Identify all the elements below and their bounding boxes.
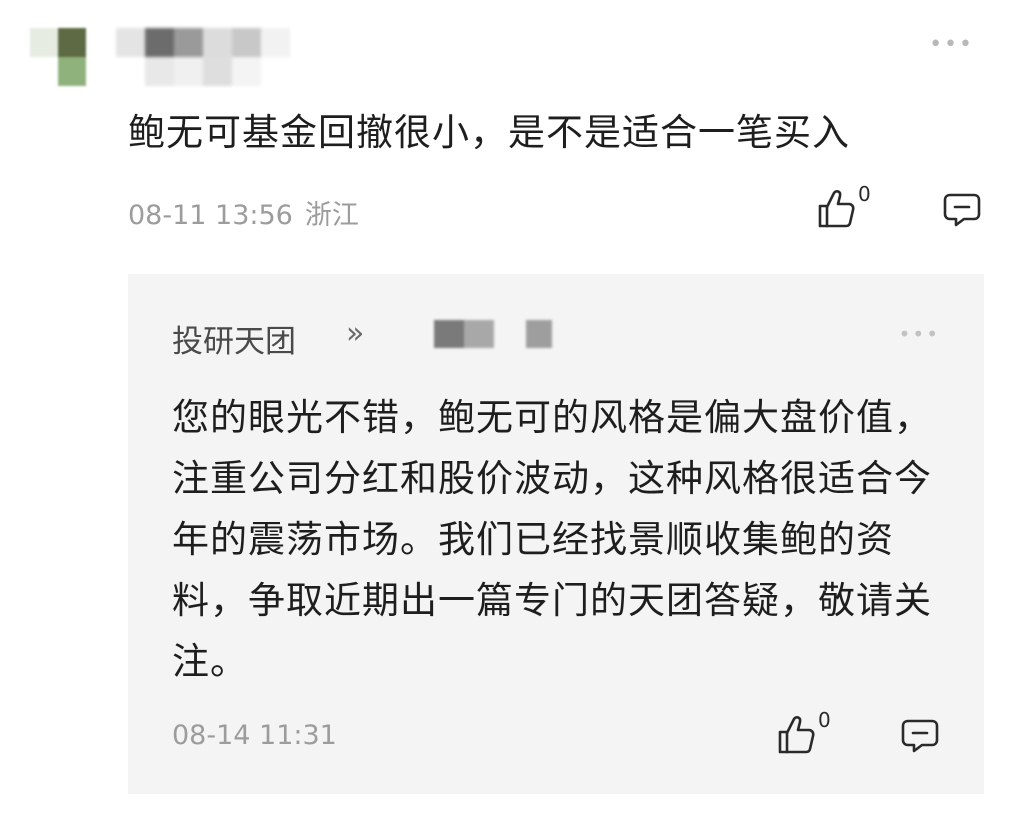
comment-thread: ••• 鲍无可基金回撤很小，是不是适合一笔买入 08-11 13:56 浙江 0 … bbox=[0, 0, 1024, 820]
like-button[interactable]: 0 bbox=[776, 708, 831, 756]
reply-target-blurred[interactable] bbox=[434, 320, 552, 348]
reply-button[interactable] bbox=[943, 192, 981, 232]
comment-text: 鲍无可基金回撤很小，是不是适合一笔买入 bbox=[128, 111, 850, 154]
reply-card: 投研天团 » ••• 您的眼光不错，鲍无可的风格是偏大盘价值，注重公司分红和股价… bbox=[128, 274, 984, 794]
comment-location: 浙江 bbox=[304, 200, 359, 231]
comment-bubble-icon bbox=[901, 719, 939, 753]
more-options-icon[interactable]: ••• bbox=[899, 322, 940, 346]
reply-author[interactable]: 投研天团 bbox=[172, 316, 296, 361]
like-button[interactable]: 0 bbox=[816, 182, 871, 230]
more-options-icon[interactable]: ••• bbox=[929, 32, 974, 57]
reply-button[interactable] bbox=[901, 718, 939, 758]
thumbs-up-icon bbox=[818, 190, 855, 228]
reply-time: 08-14 11:31 bbox=[172, 720, 337, 751]
thumbs-up-icon bbox=[778, 716, 815, 754]
avatar[interactable] bbox=[30, 28, 86, 86]
like-count: 0 bbox=[818, 708, 831, 732]
reply-text: 您的眼光不错，鲍无可的风格是偏大盘价值，注重公司分红和股价波动，这种风格很适合今… bbox=[172, 396, 932, 683]
reply-arrow-icon: » bbox=[346, 316, 365, 351]
username-blurred[interactable] bbox=[116, 28, 292, 86]
comment-meta: 08-11 13:56 浙江 bbox=[128, 193, 359, 232]
comment-bubble-icon bbox=[943, 193, 981, 227]
comment-time: 08-11 13:56 bbox=[128, 200, 293, 231]
like-count: 0 bbox=[858, 182, 871, 206]
